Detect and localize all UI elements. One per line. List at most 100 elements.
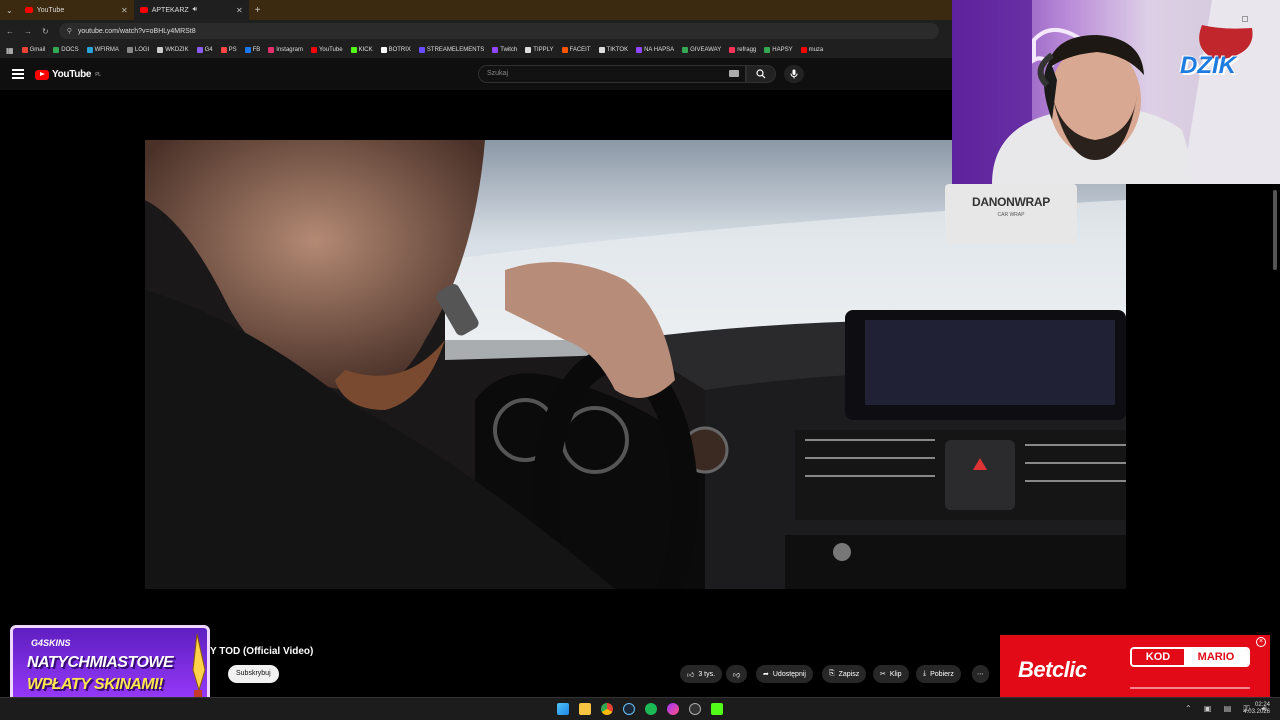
bookmark-label: WKDZIK	[165, 47, 189, 53]
bookmark-item[interactable]: WFIRMA	[86, 47, 119, 53]
bookmark-item[interactable]: STREAMELEMENTS	[418, 47, 484, 53]
new-tab-button[interactable]: +	[249, 5, 267, 16]
fine-print	[1130, 687, 1250, 689]
save-button[interactable]: ⎘ Zapisz	[822, 665, 867, 683]
app-icon[interactable]	[689, 703, 701, 715]
clip-button[interactable]: ✂ Klip	[873, 665, 909, 683]
bookmark-item[interactable]: Instagram	[268, 47, 303, 53]
tab-search-icon[interactable]: ⌄	[0, 6, 19, 15]
youtube-play-icon	[35, 69, 49, 80]
youtube-header: YouTube PL Szukaj	[0, 58, 952, 90]
dzik-logo: DZIK	[1180, 52, 1236, 79]
voice-search-button[interactable]	[784, 65, 804, 83]
bookmark-item[interactable]: HAPSY	[764, 47, 793, 53]
tab-youtube[interactable]: YouTube ✕	[19, 0, 134, 20]
file-explorer-icon[interactable]	[579, 703, 591, 715]
bookmark-label: KICK	[358, 47, 373, 53]
tab-aptekarz[interactable]: APTEKARZ 🔊︎ ✕	[133, 0, 249, 20]
bookmark-favicon-icon	[418, 47, 425, 53]
bookmark-item[interactable]: refragg	[729, 47, 756, 53]
bookmark-icon: ⎘	[829, 670, 835, 677]
bookmark-favicon-icon	[636, 47, 643, 53]
dislike-button[interactable]: 👎︎	[726, 665, 748, 683]
share-button[interactable]: ➦ Udostępnij	[756, 665, 813, 683]
omnibox[interactable]: ⚲ youtube.com/watch?v=oBHLy4MRSt8	[58, 23, 939, 39]
bookmark-item[interactable]: KICK	[350, 47, 373, 53]
bookmark-favicon-icon	[196, 47, 203, 53]
bookmark-item[interactable]: BOTRIX	[380, 47, 411, 53]
youtube-logo[interactable]: YouTube PL	[35, 69, 101, 80]
reload-icon[interactable]: ↻	[42, 27, 49, 36]
bookmark-favicon-icon	[126, 47, 133, 53]
like-button[interactable]: 👍︎ 3 tys.	[680, 665, 723, 683]
url-text[interactable]: youtube.com/watch?v=oBHLy4MRSt8	[78, 28, 196, 35]
bookmark-favicon-icon	[86, 47, 93, 53]
bookmark-item[interactable]: muza	[800, 47, 823, 53]
spotify-icon[interactable]	[645, 703, 657, 715]
sticker-subtext: CAR WRAP	[997, 212, 1025, 218]
bookmark-favicon-icon	[525, 47, 532, 53]
page-scrollbar[interactable]	[1273, 190, 1277, 270]
keyboard-icon[interactable]	[729, 70, 739, 77]
start-icon[interactable]	[557, 703, 569, 715]
right-black-pane	[1126, 184, 1280, 634]
bookmark-item[interactable]: G4	[196, 47, 213, 53]
bookmark-item[interactable]: Twitch	[492, 47, 517, 53]
bookmark-label: TIPPLY	[533, 47, 554, 53]
subscribe-button[interactable]: Subskrybuj	[228, 665, 279, 683]
bookmark-item[interactable]: FACEIT	[561, 47, 591, 53]
menu-icon[interactable]	[12, 69, 24, 79]
bookmark-item[interactable]: DOCS	[53, 47, 79, 53]
bookmark-label: LOGI	[134, 47, 150, 53]
bookmarks-bar: ▦ Gmail DOCS WFIRMA LOGI WKDZIK G4 PS FB Instagra…	[0, 42, 952, 58]
code-label: KOD	[1132, 649, 1184, 665]
bookmark-item[interactable]: LOGI	[126, 47, 150, 53]
bookmark-label: DOCS	[61, 47, 79, 53]
apps-icon[interactable]: ▦	[6, 46, 14, 55]
more-actions-button[interactable]: ⋯	[972, 665, 989, 683]
bookmark-item[interactable]: PS	[220, 47, 237, 53]
bookmark-item[interactable]: WKDZIK	[157, 47, 189, 53]
streamer-camera-feed	[952, 0, 1280, 184]
bookmark-item[interactable]: TIPPLY	[525, 47, 554, 53]
search-button[interactable]	[746, 65, 776, 83]
youtube-favicon-icon	[139, 7, 148, 13]
bookmark-item[interactable]: GIVEAWAY	[682, 47, 721, 53]
bookmark-label: FACEIT	[569, 47, 591, 53]
webcam-close-icon[interactable]	[1242, 16, 1248, 22]
search-input[interactable]: Szukaj	[478, 65, 746, 83]
messenger-icon[interactable]	[667, 703, 679, 715]
bookmark-favicon-icon	[682, 47, 689, 53]
site-info-icon[interactable]: ⚲	[67, 27, 72, 35]
tab-close-icon[interactable]: ✕	[121, 6, 128, 15]
bookmark-favicon-icon	[220, 47, 227, 53]
bookmark-label: GIVEAWAY	[690, 47, 722, 53]
bookmark-favicon-icon	[350, 47, 357, 53]
steam-icon[interactable]	[623, 703, 635, 715]
back-icon[interactable]: ←	[6, 27, 14, 36]
region-code: PL	[95, 71, 101, 78]
like-count: 3 tys.	[698, 670, 716, 678]
betclic-logo: Betclic	[1018, 657, 1087, 682]
video-player[interactable]: DANONWRAP CAR WRAP	[145, 140, 1126, 589]
chrome-icon[interactable]	[601, 703, 613, 715]
bookmark-item[interactable]: YouTube	[310, 47, 343, 53]
audio-icon[interactable]: 🔊︎	[193, 6, 197, 14]
clock-time: 02:24	[1254, 702, 1270, 708]
forward-icon[interactable]: →	[24, 27, 32, 36]
tab-close-icon[interactable]: ✕	[236, 6, 243, 15]
bookmark-item[interactable]: TIKTOK	[598, 47, 628, 53]
bookmark-label: refragg	[737, 47, 757, 53]
download-button[interactable]: ⤓ Pobierz	[916, 665, 961, 683]
system-clock[interactable]: 02:24 4.03.2026	[1243, 702, 1270, 716]
download-icon: ⤓	[923, 670, 927, 677]
close-icon[interactable]: ×	[1256, 637, 1266, 647]
bookmark-favicon-icon	[157, 47, 164, 53]
bookmark-item[interactable]: FB	[244, 47, 260, 53]
bookmark-favicon-icon	[53, 47, 60, 53]
bookmark-item[interactable]: Gmail	[21, 47, 45, 53]
kick-icon[interactable]	[711, 703, 723, 715]
bookmark-item[interactable]: NA HAPSA	[636, 47, 674, 53]
tab-label: YouTube	[36, 6, 65, 14]
download-label: Pobierz	[930, 670, 954, 678]
